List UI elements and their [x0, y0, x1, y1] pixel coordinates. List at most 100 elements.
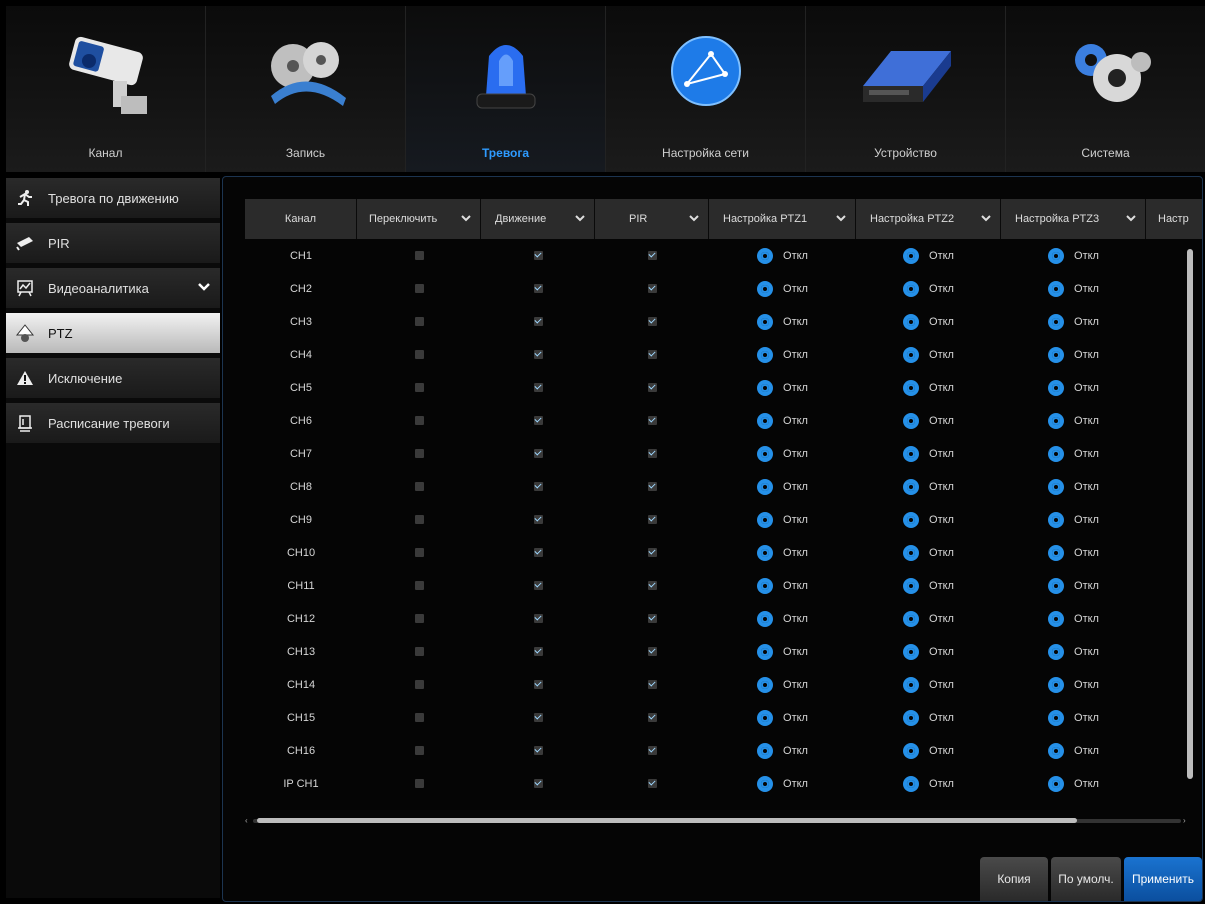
gear-icon[interactable] — [903, 511, 920, 528]
gear-icon[interactable] — [903, 478, 920, 495]
pir-checkbox[interactable] — [647, 779, 657, 788]
pir-checkbox[interactable] — [647, 746, 657, 755]
sidebar-item-schedule[interactable]: Расписание тревоги — [6, 403, 220, 443]
ptz3-setting[interactable]: Откл — [1048, 412, 1099, 429]
nav-record[interactable]: Запись — [206, 6, 406, 172]
ptz2-setting[interactable]: Откл — [903, 280, 954, 297]
pir-checkbox[interactable] — [647, 251, 657, 260]
switch-checkbox[interactable] — [414, 482, 424, 491]
pir-checkbox[interactable] — [647, 317, 657, 326]
gear-icon[interactable] — [1048, 676, 1065, 693]
ptz2-setting[interactable]: Откл — [903, 379, 954, 396]
gear-icon[interactable] — [1048, 808, 1065, 809]
gear-icon[interactable] — [1048, 445, 1065, 462]
gear-icon[interactable] — [1048, 280, 1065, 297]
ptz1-setting[interactable]: Откл — [757, 709, 808, 726]
ptz3-setting[interactable]: Откл — [1048, 610, 1099, 627]
motion-checkbox[interactable] — [533, 482, 543, 491]
scroll-left-icon[interactable]: ‹ — [245, 816, 248, 825]
ptz1-setting[interactable]: Откл — [757, 808, 808, 809]
ptz2-setting[interactable]: Откл — [903, 412, 954, 429]
pir-checkbox[interactable] — [647, 416, 657, 425]
scrollbar-thumb[interactable] — [1187, 249, 1193, 779]
switch-checkbox[interactable] — [414, 680, 424, 689]
ptz1-setting[interactable]: Откл — [757, 544, 808, 561]
motion-checkbox[interactable] — [533, 548, 543, 557]
ptz3-setting[interactable]: Откл — [1048, 313, 1099, 330]
motion-checkbox[interactable] — [533, 284, 543, 293]
gear-icon[interactable] — [903, 247, 920, 264]
apply-button[interactable]: Применить — [1124, 857, 1202, 901]
gear-icon[interactable] — [903, 445, 920, 462]
motion-checkbox[interactable] — [533, 680, 543, 689]
header-pir[interactable]: PIR — [595, 199, 709, 239]
ptz2-setting[interactable]: Откл — [903, 775, 954, 792]
ptz2-setting[interactable]: Откл — [903, 676, 954, 693]
ptz1-setting[interactable]: Откл — [757, 643, 808, 660]
chevron-down-icon[interactable] — [836, 213, 846, 225]
ptz1-setting[interactable]: Откл — [757, 280, 808, 297]
gear-icon[interactable] — [757, 808, 774, 809]
gear-icon[interactable] — [757, 313, 774, 330]
motion-checkbox[interactable] — [533, 581, 543, 590]
ptz2-setting[interactable]: Откл — [903, 247, 954, 264]
gear-icon[interactable] — [903, 379, 920, 396]
ptz3-setting[interactable]: Откл — [1048, 478, 1099, 495]
gear-icon[interactable] — [757, 478, 774, 495]
ptz2-setting[interactable]: Откл — [903, 808, 954, 809]
ptz2-setting[interactable]: Откл — [903, 511, 954, 528]
ptz1-setting[interactable]: Откл — [757, 610, 808, 627]
switch-checkbox[interactable] — [414, 581, 424, 590]
ptz3-setting[interactable]: Откл — [1048, 742, 1099, 759]
ptz3-setting[interactable]: Откл — [1048, 544, 1099, 561]
motion-checkbox[interactable] — [533, 647, 543, 656]
gear-icon[interactable] — [757, 379, 774, 396]
ptz3-setting[interactable]: Откл — [1048, 445, 1099, 462]
switch-checkbox[interactable] — [414, 548, 424, 557]
sidebar-item-pir[interactable]: PIR — [6, 223, 220, 263]
gear-icon[interactable] — [757, 511, 774, 528]
pir-checkbox[interactable] — [647, 680, 657, 689]
motion-checkbox[interactable] — [533, 449, 543, 458]
switch-checkbox[interactable] — [414, 713, 424, 722]
ptz3-setting[interactable]: Откл — [1048, 346, 1099, 363]
motion-checkbox[interactable] — [533, 317, 543, 326]
pir-checkbox[interactable] — [647, 449, 657, 458]
gear-icon[interactable] — [757, 610, 774, 627]
horizontal-scrollbar[interactable]: ‹ › — [245, 816, 1187, 825]
gear-icon[interactable] — [757, 643, 774, 660]
gear-icon[interactable] — [903, 313, 920, 330]
ptz2-setting[interactable]: Откл — [903, 313, 954, 330]
gear-icon[interactable] — [903, 775, 920, 792]
ptz2-setting[interactable]: Откл — [903, 742, 954, 759]
gear-icon[interactable] — [903, 346, 920, 363]
chevron-down-icon[interactable] — [575, 213, 585, 225]
gear-icon[interactable] — [1048, 775, 1065, 792]
motion-checkbox[interactable] — [533, 251, 543, 260]
ptz3-setting[interactable]: Откл — [1048, 511, 1099, 528]
gear-icon[interactable] — [903, 544, 920, 561]
ptz1-setting[interactable]: Откл — [757, 775, 808, 792]
gear-icon[interactable] — [903, 577, 920, 594]
chevron-down-icon[interactable] — [461, 213, 471, 225]
motion-checkbox[interactable] — [533, 746, 543, 755]
header-ptz2[interactable]: Настройка PTZ2 — [856, 199, 1001, 239]
nav-device[interactable]: Устройство — [806, 6, 1006, 172]
gear-icon[interactable] — [1048, 577, 1065, 594]
default-button[interactable]: По умолч. — [1051, 857, 1121, 901]
gear-icon[interactable] — [1048, 511, 1065, 528]
switch-checkbox[interactable] — [414, 284, 424, 293]
gear-icon[interactable] — [1048, 379, 1065, 396]
scroll-right-icon[interactable]: › — [1183, 816, 1186, 825]
ptz3-setting[interactable]: Откл — [1048, 643, 1099, 660]
ptz3-setting[interactable]: Откл — [1048, 577, 1099, 594]
ptz3-setting[interactable]: Откл — [1048, 676, 1099, 693]
header-ptz4[interactable]: Настр — [1146, 199, 1202, 239]
ptz2-setting[interactable]: Откл — [903, 577, 954, 594]
pir-checkbox[interactable] — [647, 614, 657, 623]
sidebar-item-analytics[interactable]: Видеоаналитика — [6, 268, 220, 308]
ptz3-setting[interactable]: Откл — [1048, 808, 1099, 809]
gear-icon[interactable] — [757, 445, 774, 462]
gear-icon[interactable] — [757, 544, 774, 561]
gear-icon[interactable] — [757, 742, 774, 759]
